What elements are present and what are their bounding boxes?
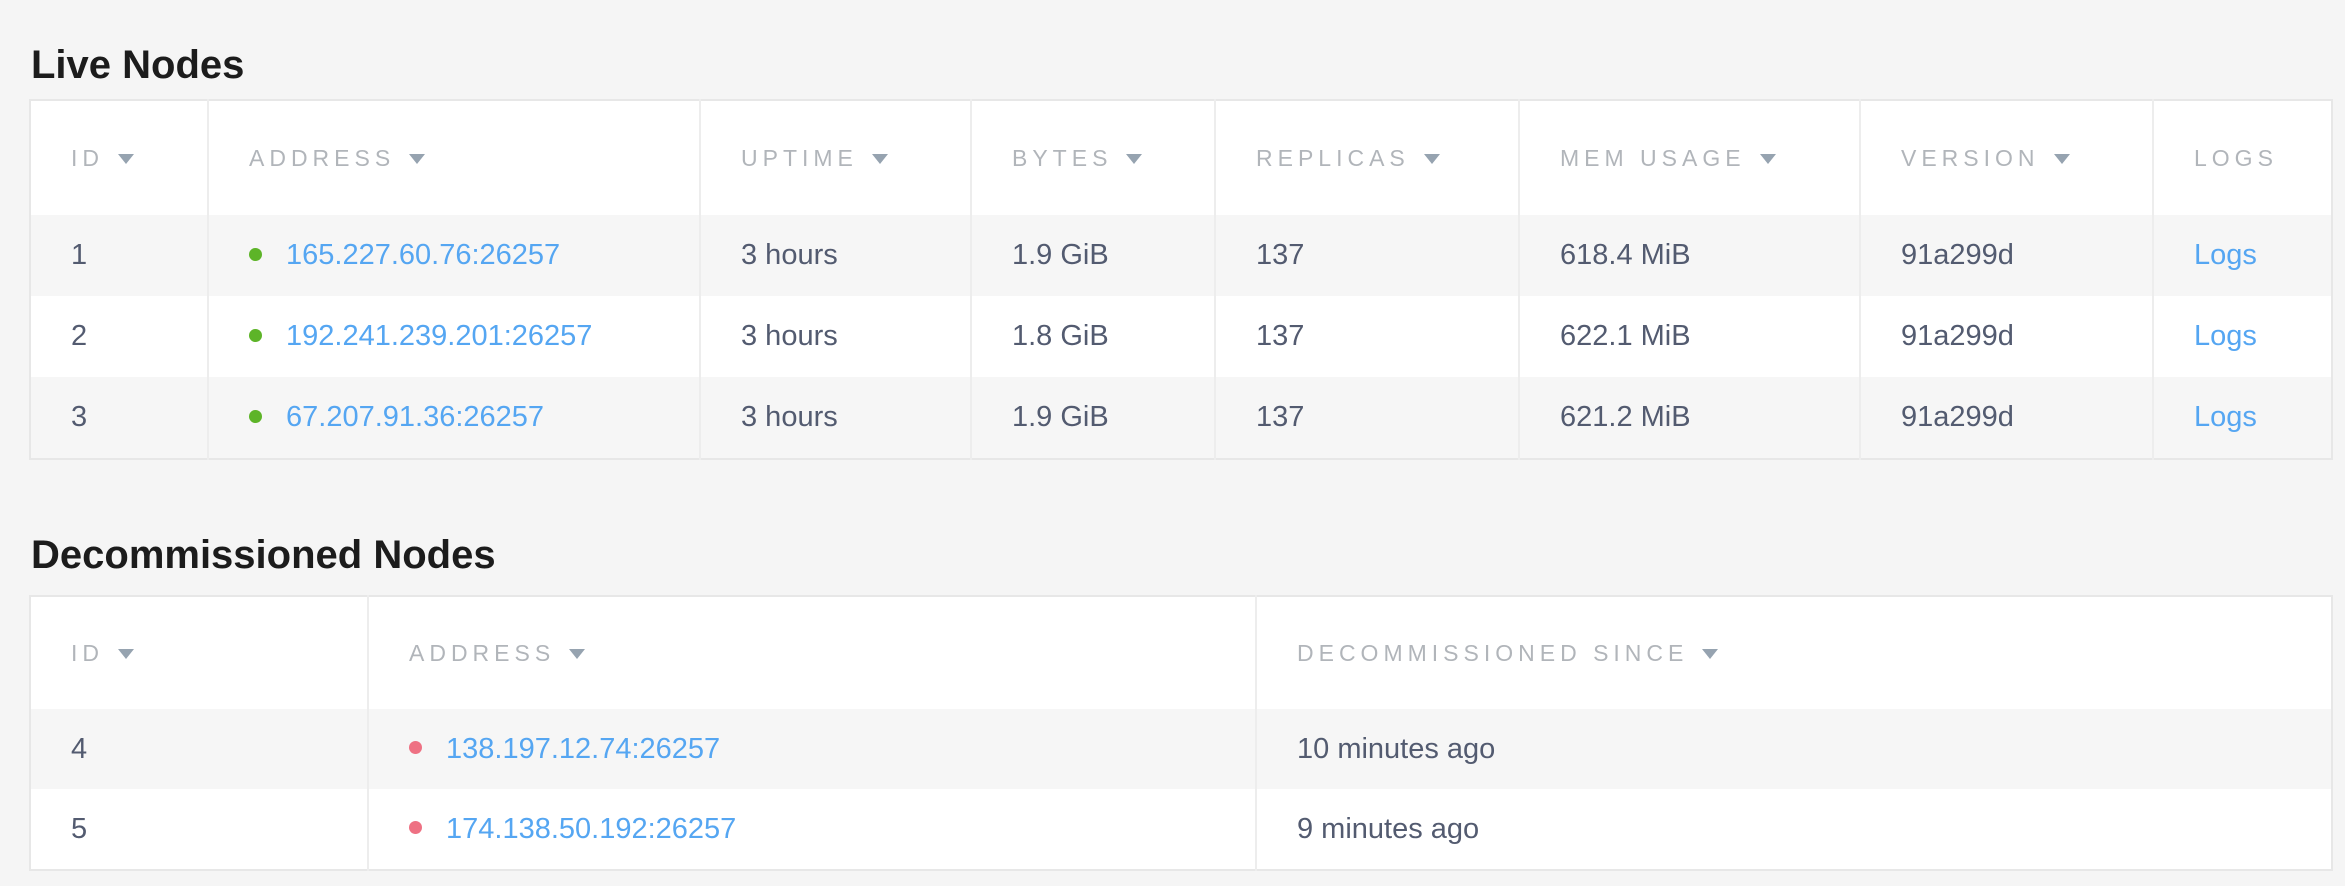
node-bytes-cell: 1.8 GiB bbox=[971, 296, 1215, 377]
node-address-link[interactable]: 67.207.91.36:26257 bbox=[286, 401, 544, 433]
node-mem-usage-cell: 618.4 MiB bbox=[1519, 215, 1860, 296]
live-nodes-header-row: ID ADDRESS UPTIME BYTES REPLICAS MEM USA… bbox=[30, 100, 2332, 215]
column-header-label: BYTES bbox=[1012, 145, 1112, 171]
column-header-id[interactable]: ID bbox=[30, 100, 208, 215]
column-header-label: REPLICAS bbox=[1256, 145, 1410, 171]
sort-arrow-icon bbox=[1760, 154, 1776, 164]
node-logs-cell: Logs bbox=[2153, 215, 2332, 296]
node-address-cell: 67.207.91.36:26257 bbox=[208, 377, 700, 459]
live-status-dot-icon bbox=[249, 329, 262, 342]
column-header-version[interactable]: VERSION bbox=[1860, 100, 2153, 215]
decommissioned-status-dot-icon bbox=[409, 741, 422, 754]
column-header-address[interactable]: ADDRESS bbox=[208, 100, 700, 215]
node-bytes-cell: 1.9 GiB bbox=[971, 377, 1215, 459]
node-replicas-cell: 137 bbox=[1215, 377, 1519, 459]
live-nodes-title: Live Nodes bbox=[31, 42, 244, 88]
node-bytes-cell: 1.9 GiB bbox=[971, 215, 1215, 296]
live-nodes-table: ID ADDRESS UPTIME BYTES REPLICAS MEM USA… bbox=[29, 99, 2333, 460]
sort-arrow-icon bbox=[1126, 154, 1142, 164]
column-header-label: MEM USAGE bbox=[1560, 145, 1746, 171]
node-id-cell: 5 bbox=[30, 789, 368, 870]
column-header-address[interactable]: ADDRESS bbox=[368, 596, 1256, 709]
node-address-link[interactable]: 192.241.239.201:26257 bbox=[286, 320, 592, 352]
table-row: 2 192.241.239.201:26257 3 hours1.8 GiB1376… bbox=[30, 296, 2332, 377]
column-header-label: VERSION bbox=[1901, 145, 2040, 171]
node-mem-usage-cell: 621.2 MiB bbox=[1519, 377, 1860, 459]
node-address-link[interactable]: 138.197.12.74:26257 bbox=[446, 733, 720, 765]
column-header-label: DECOMMISSIONED SINCE bbox=[1297, 640, 1688, 666]
sort-arrow-icon bbox=[2054, 154, 2070, 164]
table-row: 3 67.207.91.36:26257 3 hours1.9 GiB137621.… bbox=[30, 377, 2332, 459]
column-header-label: LOGS bbox=[2194, 145, 2278, 171]
column-header-mem-usage[interactable]: MEM USAGE bbox=[1519, 100, 1860, 215]
node-version-cell: 91a299d bbox=[1860, 377, 2153, 459]
sort-arrow-icon bbox=[1424, 154, 1440, 164]
node-id-cell: 4 bbox=[30, 709, 368, 789]
sort-arrow-icon bbox=[118, 649, 134, 659]
decommissioned-nodes-header-row: ID ADDRESS DECOMMISSIONED SINCE bbox=[30, 596, 2332, 709]
node-logs-cell: Logs bbox=[2153, 377, 2332, 459]
node-version-cell: 91a299d bbox=[1860, 296, 2153, 377]
node-address-cell: 138.197.12.74:26257 bbox=[368, 709, 1256, 789]
decommissioned-nodes-table: ID ADDRESS DECOMMISSIONED SINCE 4 138.197… bbox=[29, 595, 2333, 871]
node-decommissioned-since-cell: 10 minutes ago bbox=[1256, 709, 2332, 789]
column-header-label: ID bbox=[71, 145, 104, 171]
sort-arrow-icon bbox=[872, 154, 888, 164]
node-uptime-cell: 3 hours bbox=[700, 296, 971, 377]
sort-arrow-icon bbox=[118, 154, 134, 164]
live-status-dot-icon bbox=[249, 410, 262, 423]
node-address-cell: 165.227.60.76:26257 bbox=[208, 215, 700, 296]
node-address-cell: 192.241.239.201:26257 bbox=[208, 296, 700, 377]
decommissioned-nodes-title: Decommissioned Nodes bbox=[31, 532, 496, 578]
node-uptime-cell: 3 hours bbox=[700, 377, 971, 459]
column-header-id[interactable]: ID bbox=[30, 596, 368, 709]
table-row: 4 138.197.12.74:26257 10 minutes ago bbox=[30, 709, 2332, 789]
column-header-label: ID bbox=[71, 640, 104, 666]
logs-link[interactable]: Logs bbox=[2194, 320, 2257, 352]
column-header-replicas[interactable]: REPLICAS bbox=[1215, 100, 1519, 215]
column-header-logs: LOGS bbox=[2153, 100, 2332, 215]
node-id-cell: 1 bbox=[30, 215, 208, 296]
node-id-cell: 3 bbox=[30, 377, 208, 459]
column-header-label: ADDRESS bbox=[249, 145, 395, 171]
decommissioned-status-dot-icon bbox=[409, 821, 422, 834]
node-address-cell: 174.138.50.192:26257 bbox=[368, 789, 1256, 870]
node-uptime-cell: 3 hours bbox=[700, 215, 971, 296]
live-status-dot-icon bbox=[249, 248, 262, 261]
column-header-label: ADDRESS bbox=[409, 640, 555, 666]
node-replicas-cell: 137 bbox=[1215, 215, 1519, 296]
sort-arrow-icon bbox=[409, 154, 425, 164]
node-id-cell: 2 bbox=[30, 296, 208, 377]
table-row: 5 174.138.50.192:26257 9 minutes ago bbox=[30, 789, 2332, 870]
sort-arrow-icon bbox=[1702, 649, 1718, 659]
column-header-label: UPTIME bbox=[741, 145, 858, 171]
column-header-uptime[interactable]: UPTIME bbox=[700, 100, 971, 215]
node-replicas-cell: 137 bbox=[1215, 296, 1519, 377]
logs-link[interactable]: Logs bbox=[2194, 239, 2257, 271]
sort-arrow-icon bbox=[569, 649, 585, 659]
node-mem-usage-cell: 622.1 MiB bbox=[1519, 296, 1860, 377]
node-address-link[interactable]: 174.138.50.192:26257 bbox=[446, 813, 736, 845]
logs-link[interactable]: Logs bbox=[2194, 401, 2257, 433]
column-header-bytes[interactable]: BYTES bbox=[971, 100, 1215, 215]
table-row: 1 165.227.60.76:26257 3 hours1.9 GiB137618… bbox=[30, 215, 2332, 296]
node-version-cell: 91a299d bbox=[1860, 215, 2153, 296]
column-header-decommissioned-since[interactable]: DECOMMISSIONED SINCE bbox=[1256, 596, 2332, 709]
node-logs-cell: Logs bbox=[2153, 296, 2332, 377]
node-decommissioned-since-cell: 9 minutes ago bbox=[1256, 789, 2332, 870]
node-address-link[interactable]: 165.227.60.76:26257 bbox=[286, 239, 560, 271]
